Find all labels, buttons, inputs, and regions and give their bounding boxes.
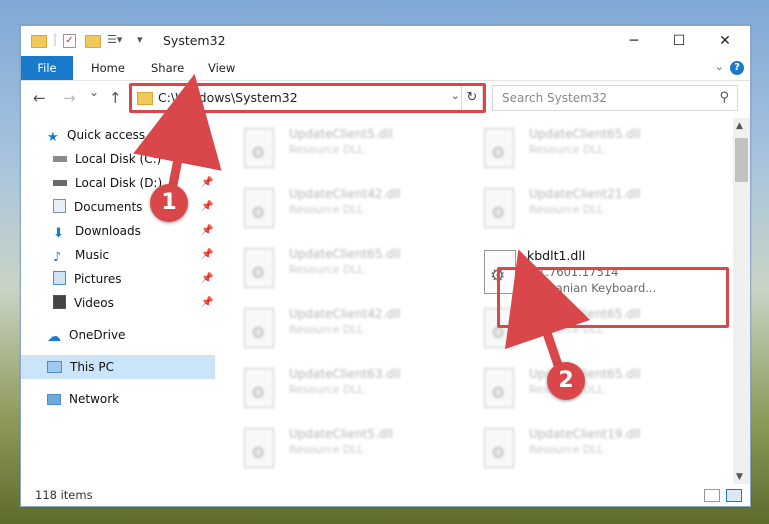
arrow-one (133, 73, 222, 195)
arrow-two (505, 249, 591, 370)
annotation-arrows (133, 73, 591, 370)
callout-badge-two: 2 (547, 362, 585, 400)
callout-badge-one: 1 (150, 184, 188, 222)
